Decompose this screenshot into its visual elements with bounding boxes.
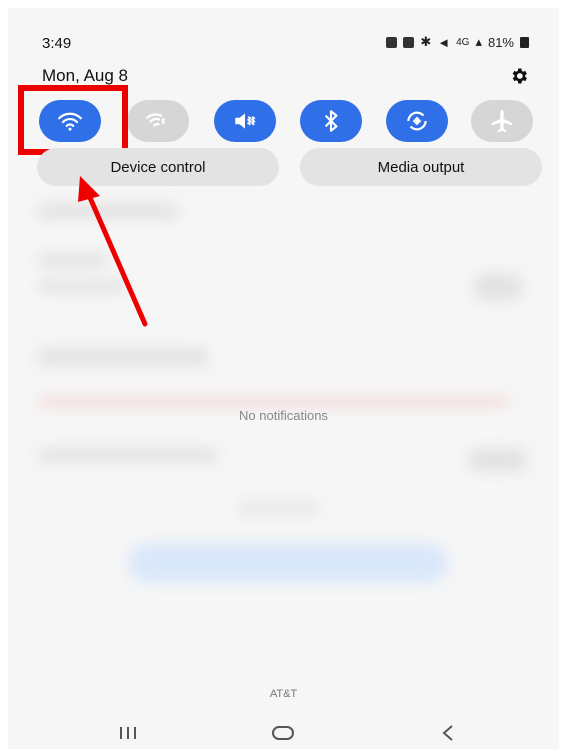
battery-icon: [520, 36, 529, 48]
home-button[interactable]: [263, 718, 303, 748]
status-icons: ✱ ◄ 4G ▴ 81%: [386, 34, 529, 50]
lte-icon: 4G: [456, 36, 470, 48]
bluetooth-status-icon: ✱: [420, 34, 432, 49]
device-control-button[interactable]: Device control: [37, 148, 279, 186]
signal-icon: ▴: [475, 34, 482, 49]
recent-apps-button[interactable]: [108, 718, 148, 748]
rotate-icon: [407, 111, 427, 131]
sound-toggle[interactable]: [214, 100, 276, 142]
gear-icon[interactable]: [509, 66, 529, 86]
status-time: 3:49: [42, 35, 72, 52]
vibrate-icon: [235, 113, 256, 129]
camera-icon: [386, 36, 398, 48]
notification-panel: 3:49 ✱ ◄ 4G ▴ 81% Mon, Aug 8 Device cont…: [8, 8, 559, 749]
bluetooth-icon: [324, 110, 338, 132]
auto-rotate-toggle[interactable]: [386, 100, 448, 142]
wifi-calling-icon: [146, 113, 166, 127]
bluetooth-toggle[interactable]: [300, 100, 362, 142]
back-button[interactable]: [428, 718, 468, 748]
home-icon: [272, 726, 294, 740]
recent-apps-icon: [120, 727, 136, 739]
no-notifications-label: No notifications: [239, 408, 328, 423]
wifi-calling-toggle[interactable]: [127, 100, 189, 142]
back-icon: [442, 725, 453, 741]
mute-status-icon: ◄: [437, 34, 451, 50]
media-output-button[interactable]: Media output: [300, 148, 542, 186]
airplane-icon: [491, 110, 513, 133]
highlight-box: [18, 85, 128, 155]
nfc-icon: [403, 36, 415, 48]
airplane-mode-toggle[interactable]: [471, 100, 533, 142]
carrier-label: AT&T: [269, 688, 298, 700]
date-label: Mon, Aug 8: [42, 66, 129, 85]
battery-percent: 81%: [487, 34, 514, 50]
